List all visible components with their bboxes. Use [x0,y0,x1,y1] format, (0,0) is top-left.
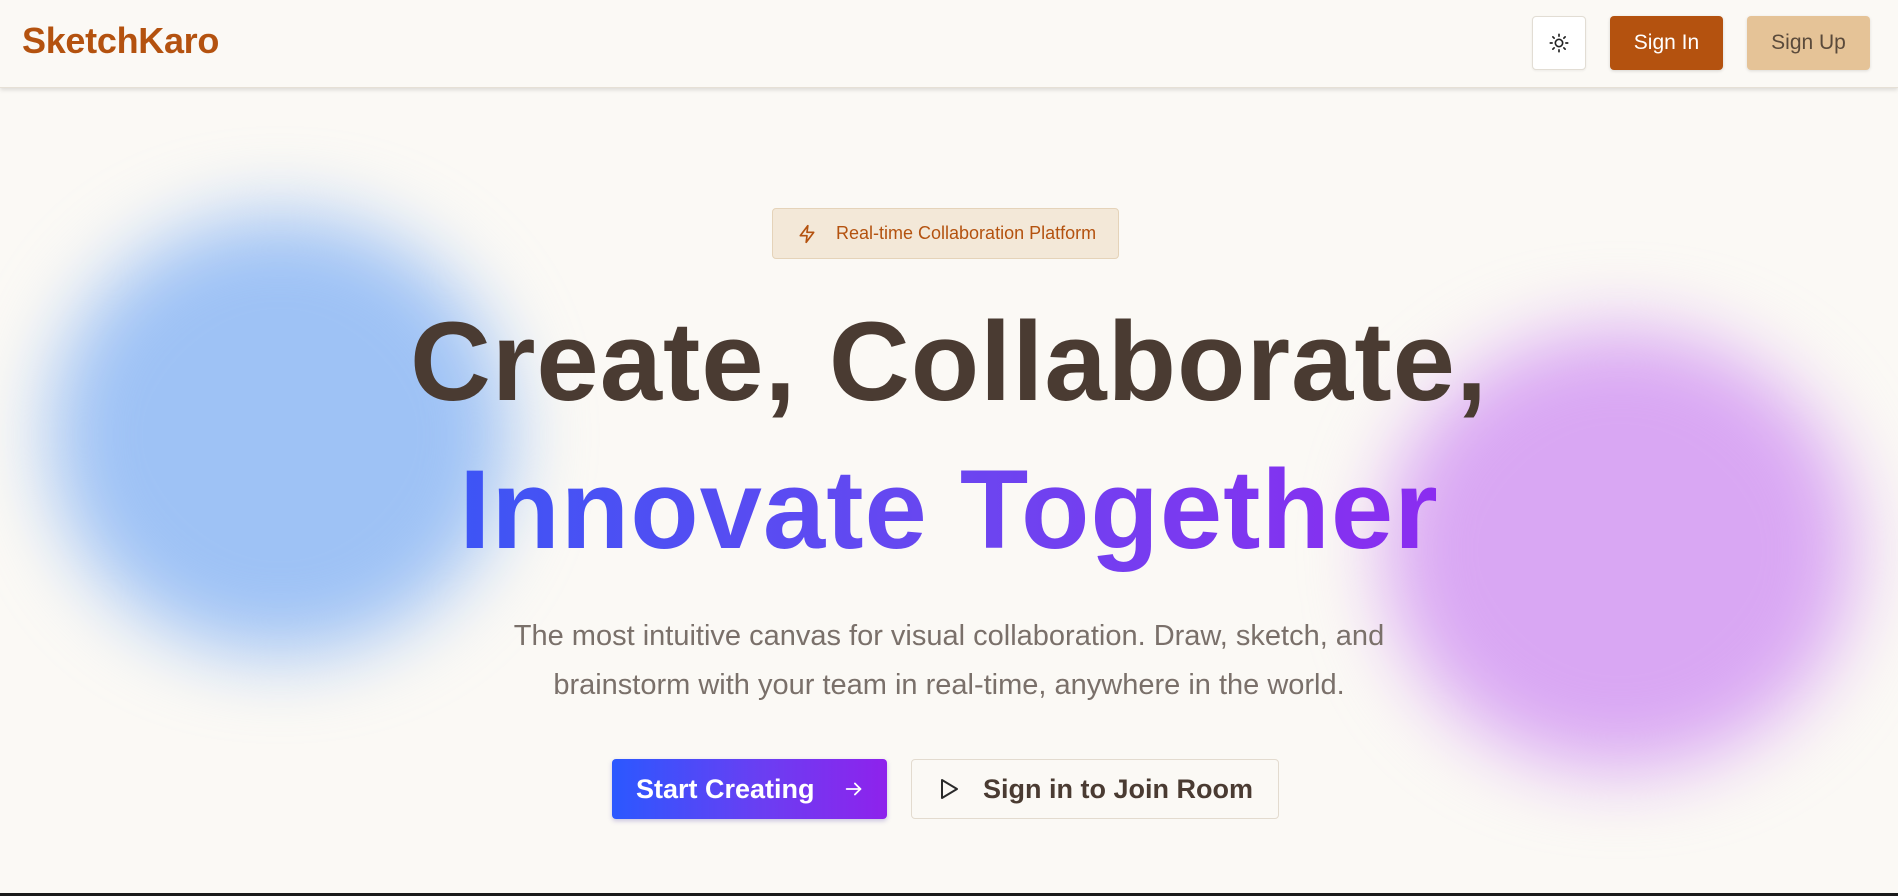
theme-toggle-button[interactable] [1532,16,1586,70]
hero-headline-line1: Create, Collaborate, [409,299,1489,424]
join-room-label: Sign in to Join Room [983,773,1253,804]
play-icon [938,777,960,801]
subtitle-line-1: The most intuitive canvas for visual col… [513,620,1385,652]
sign-in-button[interactable]: Sign In [1610,16,1723,70]
subtitle-line-2: brainstorm with your team in real-time, … [553,669,1345,701]
badge-label: Real-time Collaboration Platform [836,223,1097,243]
join-room-button[interactable]: Sign in to Join Room [911,759,1279,819]
hero-subtitle: The most intuitive canvas for visual col… [449,612,1449,710]
top-navbar: SketchKaro Sign In Sign Up [0,0,1898,88]
decorative-blue-blob [50,215,510,655]
lightning-icon [799,224,815,243]
sign-up-button[interactable]: Sign Up [1747,16,1870,70]
sun-icon [1549,33,1569,53]
gradient-headline-text: Innovate Together [459,447,1439,572]
start-creating-label: Start Creating [636,773,815,804]
app-logo[interactable]: SketchKaro [22,20,219,62]
arrow-right-icon [843,778,865,800]
hero-headline-line2: Innovate Together [0,448,1898,572]
start-creating-button[interactable]: Start Creating [612,759,887,819]
feature-badge: Real-time Collaboration Platform [772,208,1119,259]
